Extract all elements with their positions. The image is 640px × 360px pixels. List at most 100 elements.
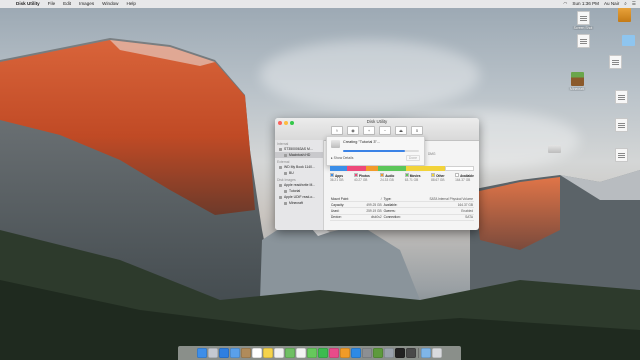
sidebar-item-label: BU xyxy=(289,171,294,175)
dock-activity-monitor-icon[interactable] xyxy=(406,348,416,358)
menu-file[interactable]: File xyxy=(44,0,59,8)
sidebar: Internal ST3500063AS M... Macintosh HD E… xyxy=(275,140,324,230)
show-details-label: Show Details xyxy=(333,156,354,160)
disk-image-icon xyxy=(279,183,282,187)
document-icon xyxy=(576,11,590,25)
document-icon xyxy=(608,55,622,69)
desktop-icon[interactable]: Screen Shot xyxy=(572,11,594,30)
menu-help[interactable]: Help xyxy=(123,0,140,8)
desktop-icon[interactable] xyxy=(617,32,639,47)
first-aid-button[interactable]: ⚕ xyxy=(331,126,343,135)
menu-edit[interactable]: Edit xyxy=(59,0,75,8)
dock-photos-icon[interactable] xyxy=(296,348,306,358)
erase-button[interactable]: + xyxy=(363,126,375,135)
legend-size: 88.67 GB xyxy=(431,178,445,182)
menu-window[interactable]: Window xyxy=(98,0,122,8)
package-icon xyxy=(617,8,631,22)
document-icon xyxy=(576,34,590,48)
legend-size: 63.71 GB xyxy=(404,178,419,182)
sidebar-item-label: Apple UDIF read-o... xyxy=(284,195,316,199)
dock-messages-icon[interactable] xyxy=(307,348,317,358)
legend-size: 24.33 GB xyxy=(380,178,394,182)
menu-images[interactable]: Images xyxy=(75,0,98,8)
progress-bar-fill xyxy=(343,150,406,152)
info-label: Device: xyxy=(330,214,359,221)
document-icon xyxy=(614,148,628,162)
legend-swatch xyxy=(353,173,358,177)
eject-button[interactable]: ⏏ xyxy=(395,126,407,135)
legend-item-available: Available 164.37 GB xyxy=(455,173,474,182)
progress-sheet: Creating "Tutorial 3"... ▸ Show Details … xyxy=(326,136,425,166)
menu-clock[interactable]: Sun 1:36 PM xyxy=(572,0,599,8)
dock-maps-icon[interactable] xyxy=(285,348,295,358)
legend-size: 36.21 GB xyxy=(330,178,344,182)
sidebar-item-label: Minecraft xyxy=(289,201,303,205)
document-icon xyxy=(614,118,628,132)
dock-safari-icon[interactable] xyxy=(219,348,229,358)
unmount-button[interactable]: − xyxy=(379,126,391,135)
dock-finder-icon[interactable] xyxy=(197,348,207,358)
dock-notes-icon[interactable] xyxy=(263,348,273,358)
legend-item-apps: Apps 36.21 GB xyxy=(330,173,343,182)
dock-terminal-icon[interactable] xyxy=(395,348,405,358)
desktop-icon-label: Screen Shot xyxy=(573,26,593,30)
desktop-icon[interactable] xyxy=(604,55,626,70)
desktop-icon[interactable] xyxy=(610,118,632,133)
legend-size: 40.27 GB xyxy=(353,178,368,182)
spotlight-search-icon[interactable]: ⌕ xyxy=(624,0,627,8)
menu-app-name[interactable]: Disk Utility xyxy=(12,0,44,8)
volume-detail-pane: Creating "Tutorial 3"... ▸ Show Details … xyxy=(324,136,479,230)
info-row: Device: disk0s2 Connection: SATA xyxy=(330,214,474,221)
disk-image-icon xyxy=(547,145,561,153)
info-button[interactable]: ℹ xyxy=(411,126,423,135)
sidebar-item-label: Apple read/write M... xyxy=(284,183,316,187)
partition-button[interactable]: ◉ xyxy=(347,126,359,135)
dock-trash-icon[interactable] xyxy=(432,348,442,358)
dock-itunes-icon[interactable] xyxy=(329,348,339,358)
volume-info-table: Mount Point: / Type: SATA Internal Physical… xyxy=(330,196,474,221)
done-button[interactable]: Done xyxy=(405,155,420,161)
legend-swatch xyxy=(431,173,436,177)
desktop-icon[interactable] xyxy=(572,34,594,49)
notification-center-icon[interactable]: ☰ xyxy=(632,0,636,8)
legend-swatch xyxy=(330,173,334,177)
folder-icon xyxy=(621,35,635,46)
desktop-icon[interactable] xyxy=(610,90,632,105)
dock-facetime-icon[interactable] xyxy=(318,348,328,358)
usage-segment-audio xyxy=(365,166,378,171)
menu-user[interactable]: Au Nair xyxy=(604,0,619,8)
disk-image-icon xyxy=(331,140,340,148)
desktop-icon[interactable] xyxy=(613,8,635,23)
wifi-icon[interactable]: ◠ xyxy=(563,0,567,8)
desktop-icon[interactable]: Minecraft xyxy=(566,72,588,91)
toolbar: ⚕ ◉ + − ⏏ ℹ xyxy=(275,126,479,135)
sidebar-item-label: Tutorial xyxy=(289,189,301,193)
sidebar-item-label: Macintosh HD xyxy=(289,153,311,157)
sidebar-item-minecraft[interactable]: Minecraft xyxy=(275,200,323,206)
dock-mail-icon[interactable] xyxy=(230,348,240,358)
minecraft-icon xyxy=(570,72,584,86)
dock-system-preferences-icon[interactable] xyxy=(362,348,372,358)
legend-size: 164.37 GB xyxy=(455,178,471,182)
dock-app-store-icon[interactable] xyxy=(351,348,361,358)
usage-segment-apps xyxy=(330,166,348,171)
legend-item-photos: Photos 40.27 GB xyxy=(353,173,370,182)
dock-calendar-icon[interactable] xyxy=(252,348,262,358)
dock-reminders-icon[interactable] xyxy=(274,348,284,358)
info-value: disk0s2 xyxy=(358,214,383,221)
dock-downloads-icon[interactable] xyxy=(421,348,431,358)
dock-launchpad-icon[interactable] xyxy=(208,348,218,358)
show-details-toggle[interactable]: ▸ Show Details xyxy=(331,156,353,160)
dock-minecraft-icon[interactable] xyxy=(373,348,383,358)
dock-contacts-icon[interactable] xyxy=(241,348,251,358)
dock-ibooks-icon[interactable] xyxy=(340,348,350,358)
volume-icon xyxy=(284,189,287,193)
volume-icon xyxy=(284,153,287,157)
desktop-icon[interactable] xyxy=(543,141,565,154)
desktop-icon-label: Minecraft xyxy=(570,87,584,91)
desktop-icon[interactable] xyxy=(610,148,632,163)
sidebar-item-label: WD My Book 1140... xyxy=(284,165,315,169)
dock-disk-utility-icon[interactable] xyxy=(384,348,394,358)
disk-icon xyxy=(279,147,282,151)
legend-swatch xyxy=(380,173,385,177)
